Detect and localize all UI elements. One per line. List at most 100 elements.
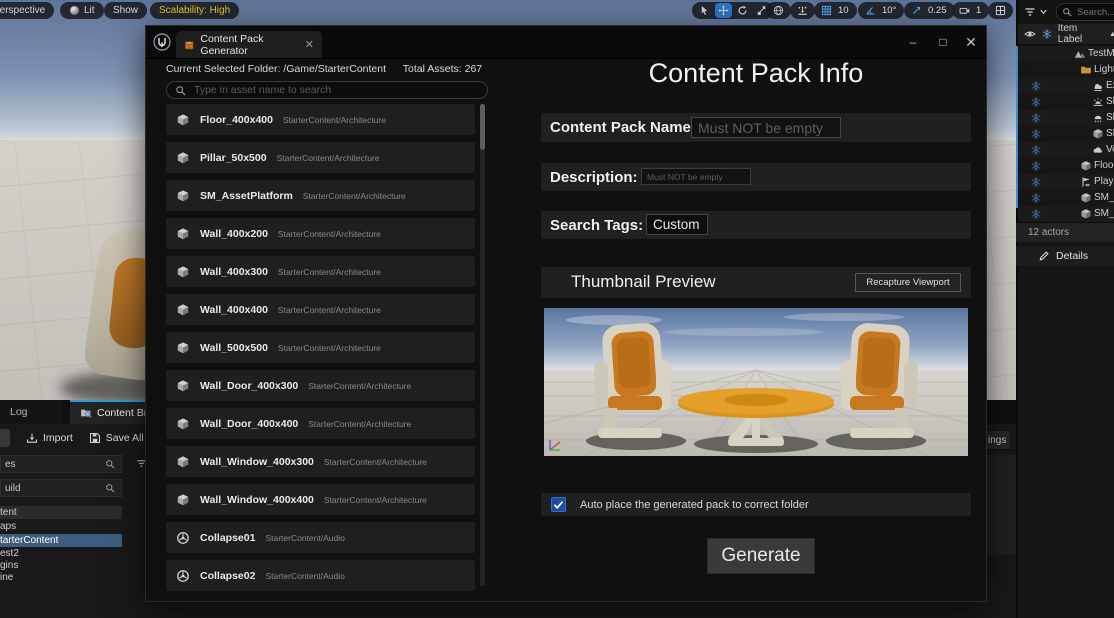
- folder-tree-item[interactable]: tarterContent: [0, 534, 122, 547]
- rotate-tool-button[interactable]: [734, 3, 751, 18]
- outliner-header-row[interactable]: Item Label ▲: [1018, 23, 1114, 45]
- close-button[interactable]: ✕: [960, 32, 982, 52]
- camera-speed-group: 1: [952, 2, 990, 19]
- maximize-button[interactable]: □: [932, 32, 954, 52]
- asset-row[interactable]: Wall_500x500 StarterContent/Architecture: [166, 332, 475, 363]
- scale-snap-button[interactable]: [908, 3, 925, 18]
- type-column-icon[interactable]: [1041, 28, 1053, 40]
- asset-row[interactable]: Floor_400x400 StarterContent/Architecture: [166, 104, 475, 135]
- audio-icon: [176, 531, 190, 545]
- outliner-row[interactable]: Floo: [1018, 158, 1114, 174]
- outliner-row[interactable]: Play: [1018, 174, 1114, 190]
- recapture-viewport-button[interactable]: Recapture Viewport: [855, 273, 961, 292]
- minimize-button[interactable]: –: [902, 32, 924, 52]
- add-button-fragment[interactable]: [0, 429, 10, 447]
- asset-row[interactable]: Collapse02 StarterContent/Audio: [166, 560, 475, 591]
- audio-icon: [176, 569, 190, 583]
- search-tags-input[interactable]: [646, 214, 708, 235]
- outliner-search-input[interactable]: [1075, 5, 1114, 19]
- grid-snap-value[interactable]: 10: [837, 5, 853, 16]
- import-icon: [26, 432, 38, 444]
- outliner-footer: 12 actors: [1016, 222, 1114, 242]
- outliner-row[interactable]: SM: [1018, 126, 1114, 142]
- paths-search-box[interactable]: uild: [0, 479, 122, 497]
- asset-path: StarterContent/Audio: [265, 570, 345, 581]
- angle-snap-button[interactable]: [862, 3, 879, 18]
- favorites-search-box[interactable]: es: [0, 455, 122, 473]
- scalability-menu[interactable]: Scalability: High: [150, 2, 240, 19]
- perspective-menu[interactable]: Perspective: [0, 2, 55, 19]
- search-icon: [1062, 7, 1072, 17]
- description-input[interactable]: [641, 168, 751, 185]
- actor-count-label: 12 actors: [1028, 227, 1070, 238]
- outliner-row[interactable]: SM_: [1018, 206, 1114, 222]
- static-mesh-icon: [1080, 208, 1092, 220]
- select-tool-button[interactable]: [696, 3, 713, 18]
- maximize-viewport-button[interactable]: [992, 3, 1009, 18]
- generate-button[interactable]: Generate: [707, 538, 815, 574]
- camera-icon: [959, 5, 970, 16]
- tab-output-log[interactable]: Log: [0, 400, 62, 424]
- outliner-row[interactable]: Vo: [1018, 142, 1114, 158]
- outliner-row[interactable]: Ex: [1018, 78, 1114, 94]
- snowflake-icon: [1030, 128, 1042, 140]
- item-label-header[interactable]: Item Label: [1058, 23, 1104, 45]
- coordinate-system-group: [766, 2, 791, 19]
- visibility-column-icon[interactable]: [1024, 28, 1036, 40]
- asset-row[interactable]: Pillar_50x500 StarterContent/Architecture: [166, 142, 475, 173]
- world-coordinate-button[interactable]: [770, 3, 787, 18]
- asset-name: SM_AssetPlatform: [200, 189, 293, 202]
- angle-snap-value[interactable]: 10°: [881, 5, 900, 16]
- save-all-button[interactable]: Save All: [89, 432, 144, 444]
- asset-row[interactable]: Collapse01 StarterContent/Audio: [166, 522, 475, 553]
- asset-path: StarterContent/Architecture: [277, 228, 381, 239]
- folder-tree-item[interactable]: aps: [0, 520, 122, 533]
- grid-snap-button[interactable]: [818, 3, 835, 18]
- import-button[interactable]: Import: [26, 432, 73, 444]
- surface-snap-button[interactable]: [794, 3, 811, 18]
- player-start-icon: [1080, 176, 1092, 188]
- scrollbar-thumb[interactable]: [480, 104, 485, 150]
- scale-snap-value[interactable]: 0.25: [927, 5, 951, 16]
- lit-label: Lit: [84, 5, 95, 16]
- outliner-item-label: Vo: [1106, 144, 1114, 155]
- static-mesh-icon: [1080, 160, 1092, 172]
- folder-name: est2: [0, 548, 19, 559]
- camera-speed-button[interactable]: [956, 3, 973, 18]
- outliner-row[interactable]: SM_: [1018, 190, 1114, 206]
- asset-row[interactable]: Wall_Door_400x400 StarterContent/Architec…: [166, 408, 475, 439]
- tab-details[interactable]: Details: [1016, 246, 1114, 266]
- outliner-row[interactable]: TestM: [1018, 46, 1114, 62]
- asset-row[interactable]: Wall_Window_400x300 StarterContent/Archit…: [166, 446, 475, 477]
- asset-name: Wall_400x200: [200, 227, 268, 240]
- mesh-icon: [176, 151, 190, 165]
- folder-tree-item[interactable]: tent: [0, 506, 122, 519]
- lit-mode-menu[interactable]: Lit: [60, 2, 104, 19]
- snowflake-icon: [1030, 208, 1042, 220]
- asset-row[interactable]: Wall_Window_400x400 StarterContent/Archit…: [166, 484, 475, 515]
- outliner-search-box[interactable]: [1056, 3, 1114, 21]
- perspective-label: Perspective: [0, 5, 46, 16]
- settings-button-fragment[interactable]: ings: [985, 430, 1011, 450]
- chevron-down-icon[interactable]: [1039, 7, 1048, 16]
- auto-place-checkbox[interactable]: [551, 497, 566, 512]
- outliner-row[interactable]: Sk: [1018, 94, 1114, 110]
- content-pack-name-input[interactable]: [691, 117, 841, 138]
- outliner-filter-icon[interactable]: [1024, 6, 1036, 18]
- move-tool-button[interactable]: [715, 3, 732, 18]
- save-all-label: Save All: [105, 432, 144, 444]
- asset-list-scrollbar[interactable]: [480, 104, 485, 586]
- outliner-row[interactable]: Sk: [1018, 110, 1114, 126]
- snowflake-icon: [1030, 192, 1042, 204]
- asset-path: StarterContent/Architecture: [308, 418, 412, 429]
- asset-row[interactable]: SM_AssetPlatform StarterContent/Architect…: [166, 180, 475, 211]
- outliner-row[interactable]: Light: [1018, 62, 1114, 78]
- show-menu[interactable]: Show: [104, 2, 148, 19]
- asset-row[interactable]: Wall_400x400 StarterContent/Architecture: [166, 294, 475, 325]
- folder-icon: [1080, 64, 1092, 76]
- asset-row[interactable]: Wall_400x200 StarterContent/Architecture: [166, 218, 475, 249]
- asset-row[interactable]: Wall_Door_400x300 StarterContent/Architec…: [166, 370, 475, 401]
- camera-speed-value[interactable]: 1: [975, 5, 985, 16]
- folder-tree-item[interactable]: ine: [0, 571, 122, 584]
- asset-row[interactable]: Wall_400x300 StarterContent/Architecture: [166, 256, 475, 287]
